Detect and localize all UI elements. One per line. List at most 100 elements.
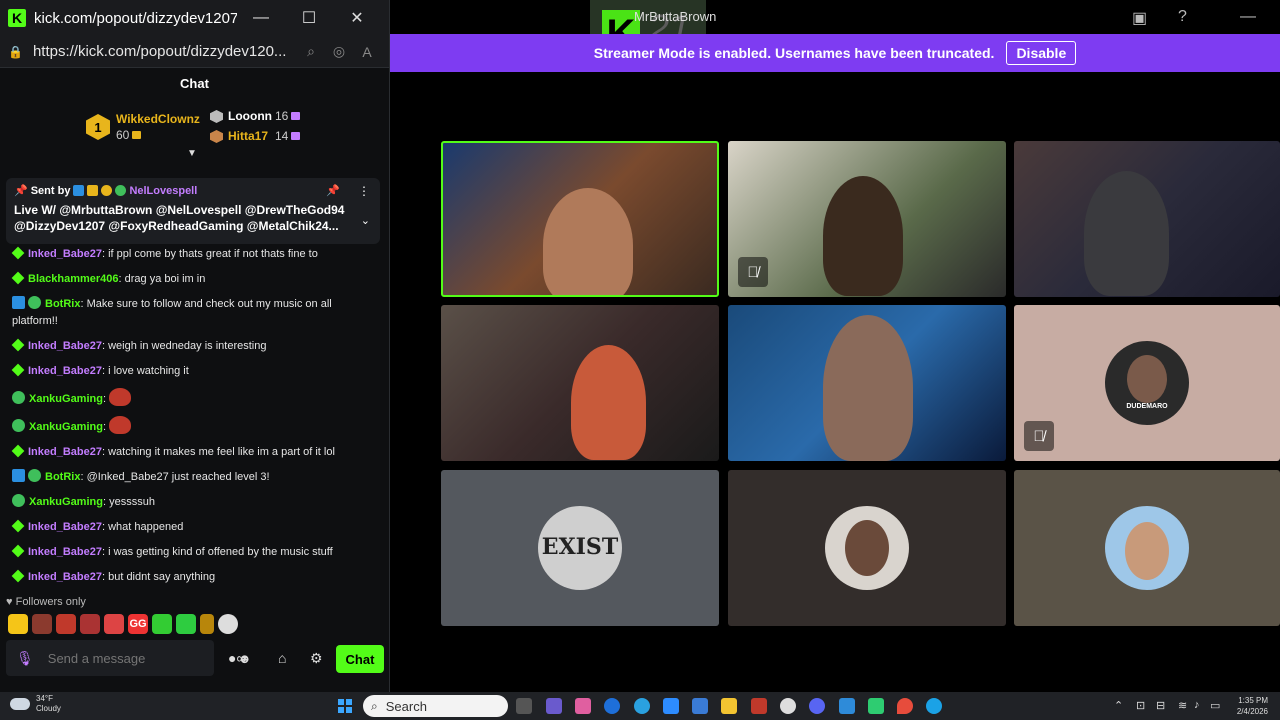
emote-icon[interactable] — [8, 614, 28, 634]
emote-icon[interactable] — [80, 614, 100, 634]
pinned-author[interactable]: NelLovespell — [129, 185, 197, 197]
chevron-down-icon[interactable]: ⌄ — [361, 214, 370, 227]
video-tile-1[interactable] — [441, 141, 719, 297]
emote-icon[interactable] — [152, 614, 172, 634]
battery-icon[interactable]: ▭ — [1210, 699, 1220, 712]
leader-2-name[interactable]: Looonn — [228, 109, 272, 123]
zoom-icon[interactable]: ⌕ — [297, 43, 325, 60]
participant-video — [1084, 171, 1169, 296]
weather-widget[interactable]: 34°F Cloudy — [10, 694, 61, 714]
chat-username[interactable]: Blackhammer406 — [28, 273, 119, 285]
chat-username[interactable]: XankuGaming — [29, 496, 103, 508]
chat-username[interactable]: Inked_Babe27 — [28, 521, 102, 533]
windows-taskbar: 34°F Cloudy ⌕ Search ⌃ ⊡ ⊟ ≋ ♪ ▭ 1:35 PM 2… — [0, 692, 1280, 720]
minimize-button[interactable]: — — [237, 9, 285, 27]
task-view-icon[interactable] — [516, 698, 532, 714]
store-icon[interactable]: ⌂ — [278, 650, 286, 666]
app-icon[interactable] — [546, 698, 562, 714]
chat-username[interactable]: XankuGaming — [29, 393, 103, 405]
chat-message: Inked_Babe27: i love watching it — [0, 363, 386, 380]
more-options-icon[interactable]: ⋮ — [358, 184, 370, 198]
app-icon[interactable] — [751, 698, 767, 714]
chat-username[interactable]: Inked_Babe27 — [28, 446, 102, 458]
sub-gifter-badge-icon — [11, 246, 25, 260]
send-chat-button[interactable]: Chat — [336, 645, 384, 673]
minimize-icon[interactable]: — — [1240, 8, 1256, 26]
chat-username[interactable]: Inked_Babe27 — [28, 340, 102, 352]
chat-username[interactable]: Inked_Babe27 — [28, 365, 102, 377]
emote-icon[interactable] — [200, 614, 214, 634]
emote-icon[interactable] — [104, 614, 124, 634]
maximize-button[interactable]: ☐ — [285, 8, 333, 28]
emote-icon[interactable] — [56, 614, 76, 634]
video-tile-4[interactable] — [441, 305, 719, 461]
verified-badge-icon — [12, 494, 25, 507]
file-explorer-icon[interactable] — [721, 698, 737, 714]
chat-username[interactable]: Inked_Babe27 — [28, 546, 102, 558]
settings-gear-icon[interactable]: ⚙ — [310, 650, 323, 667]
verified-badge-icon — [12, 391, 25, 404]
zoom-app-icon[interactable] — [663, 698, 679, 714]
video-tile-7[interactable]: EXIST — [441, 470, 719, 626]
copilot-icon[interactable] — [575, 698, 591, 714]
taskbar-search[interactable]: ⌕ Search — [363, 695, 508, 717]
wifi-icon[interactable]: ≋ — [1178, 699, 1187, 712]
crown-badge-icon — [87, 185, 99, 196]
video-tile-9[interactable] — [1014, 470, 1280, 626]
edge-icon[interactable] — [926, 698, 942, 714]
host-name: MrButtaBrown — [634, 9, 717, 24]
chat-username[interactable]: BotRix — [45, 471, 80, 483]
leader-3-value: 14 — [275, 129, 301, 143]
leader-3-name[interactable]: Hitta17 — [228, 129, 268, 143]
leader-1-name[interactable]: WikkedClownz — [116, 112, 200, 126]
chat-username[interactable]: Inked_Babe27 — [28, 571, 102, 583]
url-field[interactable]: https://kick.com/popout/dizzydev120... — [33, 43, 297, 60]
store-app-icon[interactable] — [692, 698, 708, 714]
emote-icon[interactable] — [32, 614, 52, 634]
unpin-icon[interactable]: 📌 — [326, 184, 340, 197]
chat-username[interactable]: BotRix — [45, 298, 80, 310]
participant-video — [543, 188, 633, 295]
video-tile-8[interactable] — [728, 470, 1006, 626]
message-input[interactable] — [47, 650, 224, 666]
chevron-up-icon[interactable]: ⌃ — [1114, 699, 1123, 712]
followers-only-label: ♥ Followers only — [6, 596, 86, 608]
hp-icon[interactable] — [604, 698, 620, 714]
avatar-label: DUDEMARO — [1126, 403, 1168, 410]
chat-text: : drag ya boi im in — [118, 273, 206, 285]
app-icon[interactable] — [868, 698, 884, 714]
verified-badge-icon — [115, 185, 127, 196]
gift-icon — [291, 132, 301, 140]
video-tile-6[interactable]: DUDEMARO 🎙̸ — [1014, 305, 1280, 461]
maps-icon[interactable] — [897, 698, 913, 714]
points-icon[interactable]: ●∞ — [228, 650, 246, 666]
tracking-prevention-icon[interactable]: ◎ — [325, 43, 353, 60]
emote-icon[interactable] — [218, 614, 238, 634]
close-button[interactable]: ✕ — [333, 8, 381, 28]
emote-icon — [109, 416, 132, 434]
video-tile-2[interactable]: 🎙̸ — [728, 141, 1006, 297]
help-icon[interactable]: ? — [1178, 8, 1187, 26]
start-windows-icon[interactable] — [338, 699, 352, 713]
chat-text: : but didnt say anything — [101, 571, 216, 583]
emote-icon[interactable] — [176, 614, 196, 634]
disable-button[interactable]: Disable — [1006, 41, 1077, 65]
video-tile-5[interactable] — [728, 305, 1006, 461]
chat-username[interactable]: XankuGaming — [29, 421, 103, 433]
discord-icon[interactable] — [809, 698, 825, 714]
mic-icon[interactable]: 🎙 — [16, 650, 34, 667]
app-icon[interactable] — [839, 698, 855, 714]
obs-icon[interactable] — [780, 698, 796, 714]
volume-icon[interactable]: ♪ — [1194, 699, 1200, 711]
video-tile-3[interactable] — [1014, 141, 1280, 297]
clock[interactable]: 1:35 PM 2/4/2026 — [1228, 695, 1268, 717]
chat-username[interactable]: Inked_Babe27 — [28, 248, 102, 260]
tray-icon[interactable]: ⊡ — [1136, 699, 1145, 712]
mic-muted-icon: 🎙̸ — [1024, 421, 1054, 451]
read-aloud-icon[interactable]: A — [353, 44, 381, 60]
gg-emote-icon[interactable]: GG — [128, 614, 148, 634]
tray-icon[interactable]: ⊟ — [1156, 699, 1165, 712]
screen-share-icon[interactable]: ▣ — [1132, 8, 1147, 28]
expand-leaderboard-icon[interactable]: ▼ — [187, 148, 197, 159]
chrome-icon[interactable] — [634, 698, 650, 714]
